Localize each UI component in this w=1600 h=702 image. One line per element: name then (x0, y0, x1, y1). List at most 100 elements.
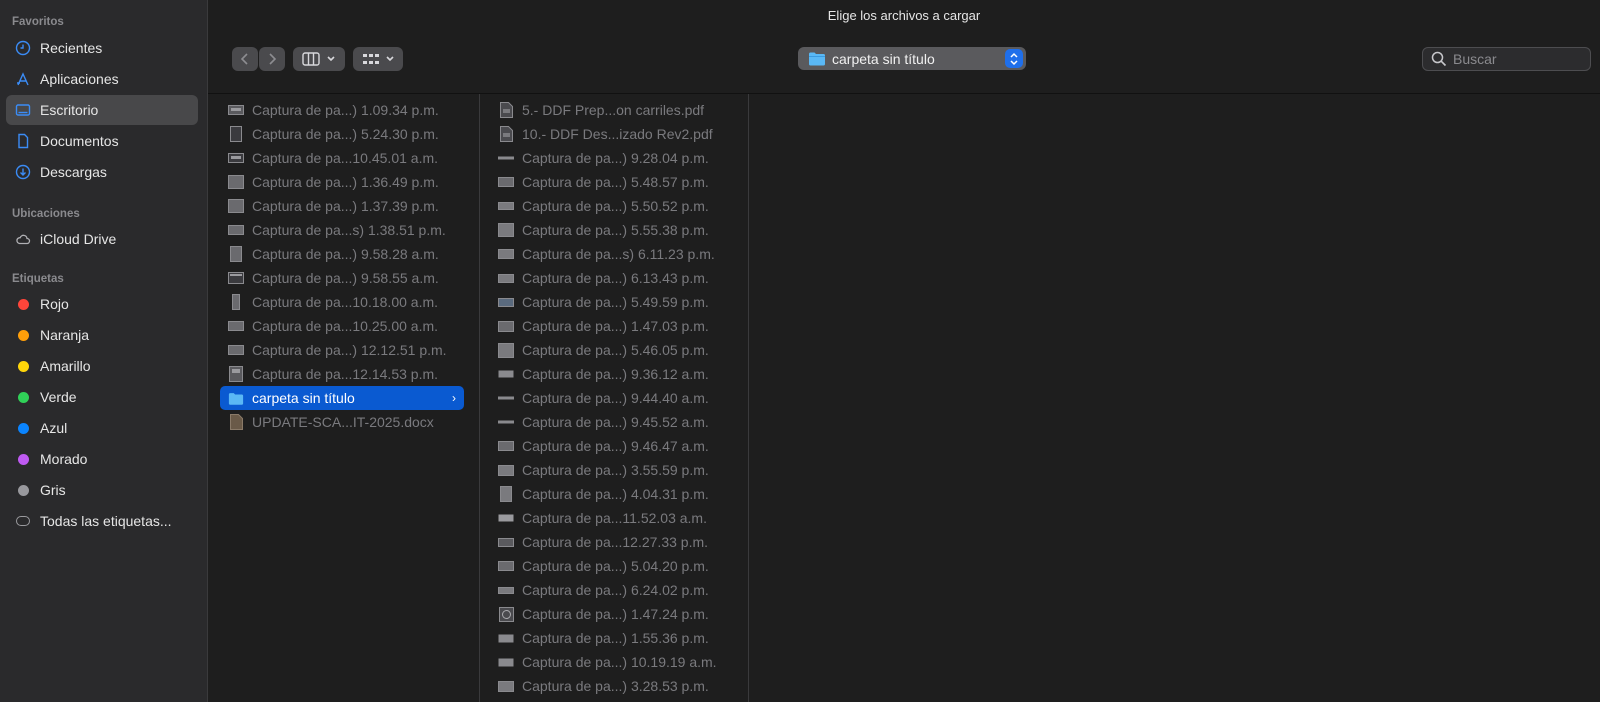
file-row[interactable]: Captura de pa...) 1.47.03 p.m. (490, 314, 740, 338)
file-row[interactable]: Captura de pa...) 12.12.51 p.m. (220, 338, 464, 362)
browser-column-2[interactable]: 5.- DDF Prep...on carriles.pdf 10.- DDF … (480, 94, 749, 702)
forward-button[interactable] (259, 47, 285, 71)
file-row[interactable]: Captura de pa...) 5.24.30 p.m. (220, 122, 464, 146)
file-name: Captura de pa...) 9.45.52 a.m. (522, 414, 709, 430)
file-row[interactable]: Captura de pa...10.25.00 a.m. (220, 314, 464, 338)
file-row[interactable]: Captura de pa...) 6.13.43 p.m. (490, 266, 740, 290)
file-name: Captura de pa...) 6.13.43 p.m. (522, 270, 709, 286)
file-name: Captura de pa...) 9.28.04 p.m. (522, 150, 709, 166)
tag-dot-icon (18, 422, 29, 434)
image-thumbnail-icon (228, 222, 244, 238)
file-row[interactable]: Captura de pa...10.18.00 a.m. (220, 290, 464, 314)
file-row[interactable]: Captura de pa...) 9.58.55 a.m. (220, 266, 464, 290)
sidebar-item-label: Morado (40, 451, 88, 467)
sidebar-item-label: Naranja (40, 327, 90, 343)
file-row[interactable]: Captura de pa...) 9.28.04 p.m. (490, 146, 740, 170)
file-name: Captura de pa...) 5.24.30 p.m. (252, 126, 439, 142)
sidebar-all-tags[interactable]: Todas las etiquetas... (6, 506, 198, 536)
sidebar-item-label: Azul (40, 420, 68, 436)
image-thumbnail-icon (498, 558, 514, 574)
sidebar-tag-verde[interactable]: Verde (6, 382, 198, 412)
image-thumbnail-icon (228, 294, 244, 310)
file-row[interactable]: Captura de pa...12.27.33 p.m. (490, 530, 740, 554)
sidebar-item-descargas[interactable]: Descargas (6, 157, 198, 187)
file-row[interactable]: Captura de pa...) 1.47.24 p.m. (490, 602, 740, 626)
file-row[interactable]: Captura de pa...) 5.49.59 p.m. (490, 290, 740, 314)
file-row[interactable]: Captura de pa...) 5.55.38 p.m. (490, 218, 740, 242)
file-row[interactable]: Captura de pa...) 9.45.52 a.m. (490, 410, 740, 434)
file-row[interactable]: 10.- DDF Des...izado Rev2.pdf (490, 122, 740, 146)
file-row[interactable]: Captura de pa...) 5.50.52 p.m. (490, 194, 740, 218)
file-name: Captura de pa...) 10.19.19 a.m. (522, 654, 717, 670)
file-name: Captura de pa...) 3.28.53 p.m. (522, 678, 709, 694)
file-name: 5.- DDF Prep...on carriles.pdf (522, 102, 705, 118)
chevron-right-icon (269, 53, 277, 65)
file-row[interactable]: Captura de pa...) 5.48.57 p.m. (490, 170, 740, 194)
dialog-title: Elige los archivos a cargar (827, 8, 981, 23)
sidebar-item-recientes[interactable]: Recientes (6, 33, 198, 63)
location-popup[interactable]: carpeta sin título (798, 47, 1026, 70)
image-thumbnail-icon (498, 222, 514, 238)
search-field[interactable] (1422, 47, 1591, 71)
file-row[interactable]: Captura de pa...) 1.09.34 p.m. (220, 98, 464, 122)
sidebar-tag-gris[interactable]: Gris (6, 475, 198, 505)
sidebar-item-icloud-drive[interactable]: iCloud Drive (6, 224, 198, 254)
file-row[interactable]: Captura de pa...) 6.24.02 p.m. (490, 578, 740, 602)
sidebar-tag-azul[interactable]: Azul (6, 413, 198, 443)
chevron-down-icon (385, 56, 394, 62)
file-row[interactable]: Captura de pa...s) 6.11.23 p.m. (490, 242, 740, 266)
sidebar-tag-naranja[interactable]: Naranja (6, 320, 198, 350)
file-row[interactable]: Captura de pa...) 3.55.59 p.m. (490, 458, 740, 482)
file-row[interactable]: Captura de pa...) 1.36.49 p.m. (220, 170, 464, 194)
file-row[interactable]: Captura de pa...) 1.55.36 p.m. (490, 626, 740, 650)
file-name: Captura de pa...) 9.44.40 a.m. (522, 390, 709, 406)
image-thumbnail-icon (498, 534, 514, 550)
pdf-file-icon (498, 102, 514, 118)
file-row[interactable]: Captura de pa...s) 1.38.51 p.m. (220, 218, 464, 242)
group-button[interactable] (353, 47, 403, 71)
file-name: Captura de pa...) 12.12.51 p.m. (252, 342, 447, 358)
file-row[interactable]: Captura de pa...) 5.04.20 p.m. (490, 554, 740, 578)
search-icon (1431, 51, 1447, 67)
file-row[interactable]: Captura de pa...) 9.46.47 a.m. (490, 434, 740, 458)
sidebar-item-label: Descargas (40, 164, 107, 180)
file-row[interactable]: Captura de pa...12.14.53 p.m. (220, 362, 464, 386)
file-row[interactable]: Captura de pa...) 4.04.31 p.m. (490, 482, 740, 506)
sidebar-tag-amarillo[interactable]: Amarillo (6, 351, 198, 381)
file-row[interactable]: Captura de pa...) 3.28.53 p.m. (490, 674, 740, 698)
image-thumbnail-icon (498, 414, 514, 430)
file-name: Captura de pa...) 5.04.20 p.m. (522, 558, 709, 574)
file-row[interactable]: Captura de pa...) 9.36.12 a.m. (490, 362, 740, 386)
file-row[interactable]: Captura de pa...) 9.58.28 a.m. (220, 242, 464, 266)
file-row[interactable]: Captura de pa...10.45.01 a.m. (220, 146, 464, 170)
sidebar-tag-rojo[interactable]: Rojo (6, 289, 198, 319)
sidebar-item-aplicaciones[interactable]: Aplicaciones (6, 64, 198, 94)
file-row[interactable]: Captura de pa...11.52.03 a.m. (490, 506, 740, 530)
view-mode-button[interactable] (293, 47, 345, 71)
image-thumbnail-icon (498, 294, 514, 310)
file-row[interactable]: UPDATE-SCA...IT-2025.docx (220, 410, 464, 434)
locations-header: Ubicaciones (12, 208, 80, 220)
updown-chevron-icon (1005, 49, 1023, 68)
clock-icon (14, 39, 32, 57)
search-input[interactable] (1453, 51, 1583, 67)
tag-dot-icon (18, 391, 29, 403)
sidebar-item-documentos[interactable]: Documentos (6, 126, 198, 156)
sidebar-item-escritorio[interactable]: Escritorio (6, 95, 198, 125)
image-thumbnail-icon (498, 510, 514, 526)
browser-column-3[interactable] (750, 94, 1600, 702)
back-button[interactable] (232, 47, 258, 71)
file-row-selected-folder[interactable]: carpeta sin título › (220, 386, 464, 410)
file-row[interactable]: Captura de pa...) 1.37.39 p.m. (220, 194, 464, 218)
file-row[interactable]: 5.- DDF Prep...on carriles.pdf (490, 98, 740, 122)
file-row[interactable]: Captura de pa...) 10.19.19 a.m. (490, 650, 740, 674)
sidebar-item-label: Escritorio (40, 102, 99, 118)
sidebar-tag-morado[interactable]: Morado (6, 444, 198, 474)
browser-column-1[interactable]: Captura de pa...) 1.09.34 p.m. Captura d… (208, 94, 480, 702)
file-row[interactable]: Captura de pa...) 9.44.40 a.m. (490, 386, 740, 410)
image-thumbnail-icon (228, 270, 244, 286)
file-row[interactable]: Captura de pa...) 5.46.05 p.m. (490, 338, 740, 362)
sidebar-item-label: Amarillo (40, 358, 91, 374)
grid-icon (362, 54, 379, 64)
file-name: UPDATE-SCA...IT-2025.docx (252, 414, 434, 430)
